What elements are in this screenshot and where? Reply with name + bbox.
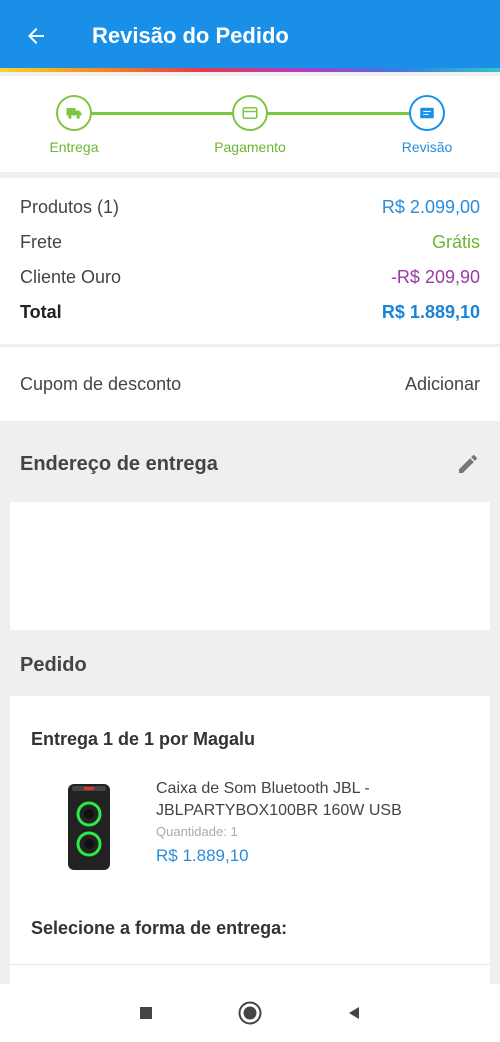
- address-card[interactable]: [10, 502, 490, 630]
- recents-button[interactable]: [94, 1005, 198, 1021]
- step-revisao-circle: [409, 95, 445, 131]
- truck-icon: [66, 108, 82, 119]
- step-entrega[interactable]: Entrega: [14, 95, 134, 155]
- back-button[interactable]: [18, 18, 54, 54]
- products-label: Produtos (1): [20, 197, 120, 217]
- gold-discount-value: -R$ 209,90: [390, 267, 480, 287]
- select-shipping-label: Selecione a forma de entrega:: [31, 918, 288, 938]
- back-nav-button[interactable]: [302, 1005, 406, 1021]
- arrow-left-icon: [28, 28, 44, 44]
- summary-gold-row: Cliente Ouro -R$ 209,90: [20, 260, 480, 295]
- app-bar: Revisão do Pedido: [0, 0, 500, 72]
- summary-products-row: Produtos (1) R$ 2.099,00: [20, 190, 480, 225]
- order-summary: Produtos (1) R$ 2.099,00 Frete Grátis Cl…: [0, 178, 500, 344]
- product-price: R$ 1.889,10: [156, 846, 249, 865]
- review-list-icon: [420, 107, 434, 119]
- home-circle-icon: [238, 1001, 262, 1025]
- shipping-value: Grátis: [431, 232, 480, 252]
- address-title: Endereço de entrega: [20, 452, 218, 475]
- order-section-title: Pedido: [20, 654, 87, 676]
- product-quantity: Quantidade: 1: [156, 824, 238, 839]
- page-title: Revisão do Pedido: [92, 23, 289, 48]
- rainbow-stripe: [0, 68, 500, 72]
- summary-total-row: Total R$ 1.889,10: [20, 295, 480, 330]
- system-navigation-bar: [0, 984, 500, 1042]
- order-card: Entrega 1 de 1 por Magalu Caixa de Som B…: [10, 696, 490, 986]
- home-button[interactable]: [198, 1000, 302, 1026]
- step-pagamento[interactable]: Pagamento: [190, 95, 310, 155]
- edit-pencil-icon[interactable]: [456, 452, 480, 476]
- step-label: Revisão: [401, 139, 453, 155]
- divider: [10, 964, 490, 965]
- square-icon: [140, 1007, 152, 1019]
- product-name[interactable]: Caixa de Som Bluetooth JBL - JBLPARTYBOX…: [156, 778, 456, 822]
- step-label: Pagamento: [214, 139, 286, 155]
- total-value: R$ 1.889,10: [381, 302, 480, 322]
- address-header: Endereço de entrega: [20, 452, 480, 476]
- coupon-label: Cupom de desconto: [20, 373, 182, 394]
- step-entrega-circle: [56, 95, 92, 131]
- gold-discount-label: Cliente Ouro: [20, 267, 122, 287]
- shipping-label: Frete: [20, 232, 63, 252]
- checkout-stepper: Entrega Pagamento Revisão: [0, 76, 500, 172]
- summary-shipping-row: Frete Grátis: [20, 225, 480, 260]
- add-coupon-button[interactable]: Adicionar: [405, 374, 480, 395]
- total-label: Total: [20, 302, 62, 322]
- credit-card-icon: [242, 107, 258, 119]
- products-value: R$ 2.099,00: [381, 197, 480, 217]
- coupon-row[interactable]: Cupom de desconto Adicionar: [0, 347, 500, 421]
- step-revisao[interactable]: Revisão: [367, 95, 487, 155]
- product-image[interactable]: [64, 782, 114, 872]
- triangle-back-icon: [349, 1007, 359, 1019]
- delivery-label: Entrega 1 de 1 por Magalu: [31, 729, 256, 749]
- step-label: Entrega: [49, 139, 99, 155]
- step-pagamento-circle: [232, 95, 268, 131]
